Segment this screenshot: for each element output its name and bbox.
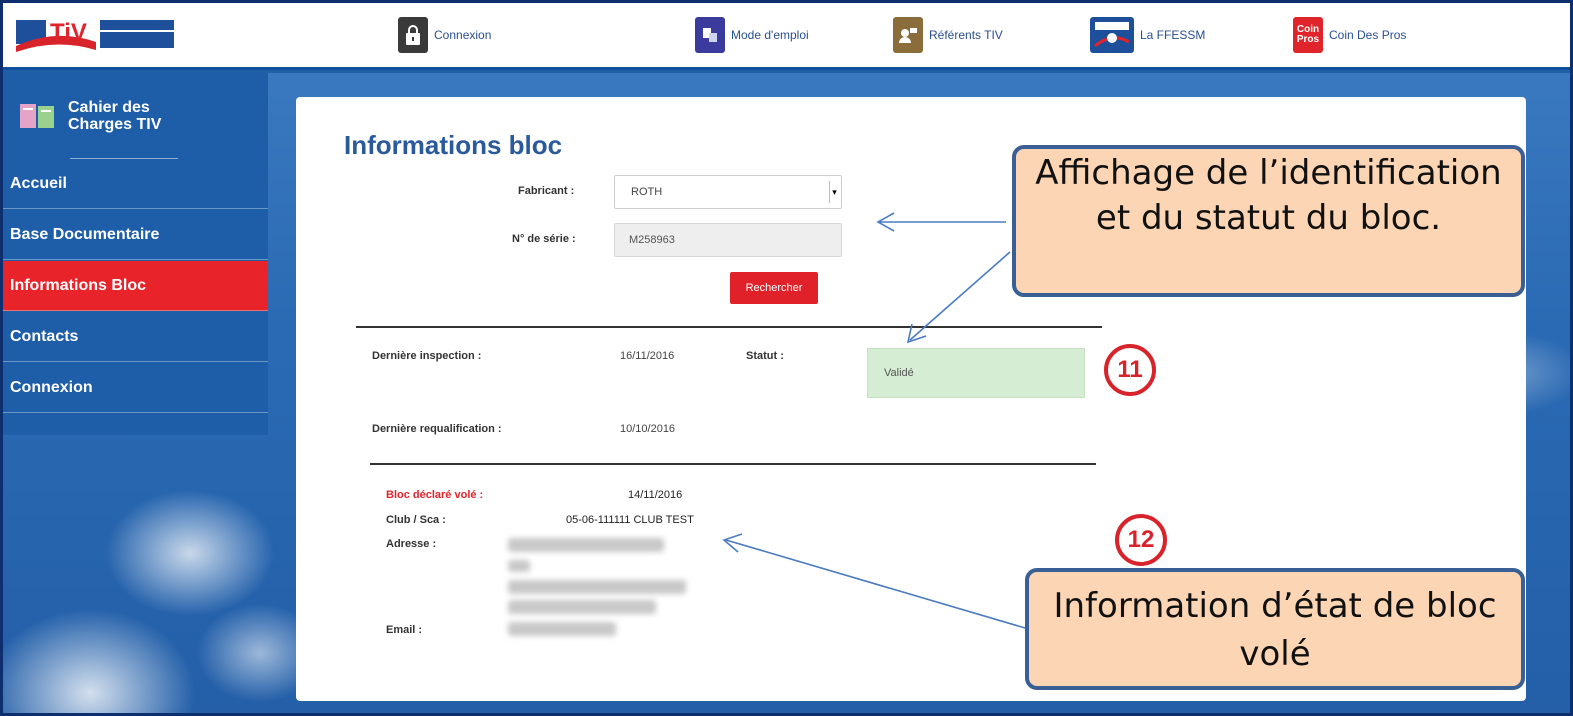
arrowhead <box>722 533 743 553</box>
arrow-to-stolen-info <box>725 539 1026 629</box>
annotation-arrows <box>722 212 1026 629</box>
arrow-to-status <box>909 251 1011 341</box>
